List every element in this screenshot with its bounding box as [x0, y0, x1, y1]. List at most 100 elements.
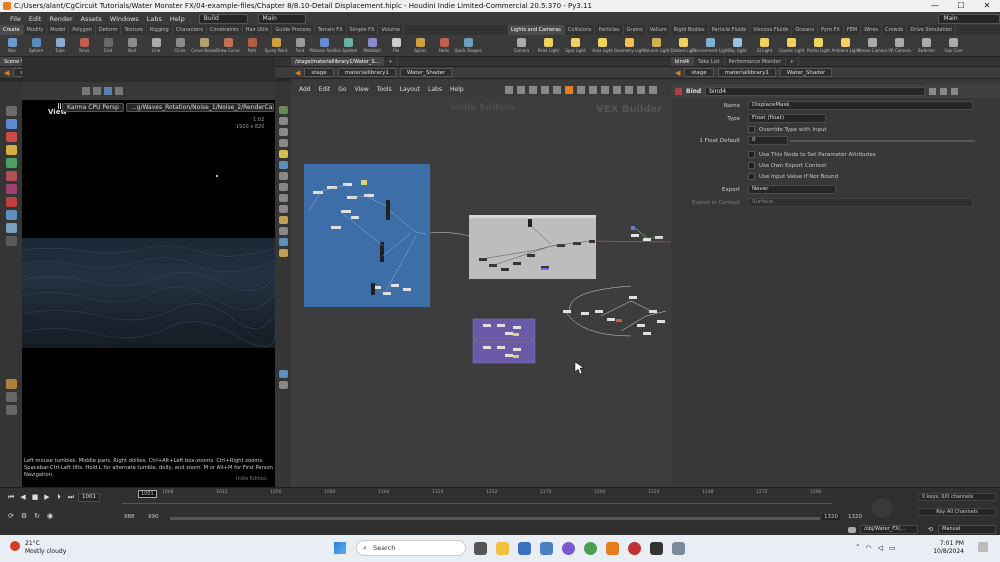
move-tool-icon[interactable] [5, 119, 17, 129]
menu-windows[interactable]: Windows [106, 15, 143, 23]
type-select[interactable]: Float (float) [748, 114, 826, 123]
shelf-tab-polygon[interactable]: Polygon [69, 25, 96, 35]
tool-font[interactable]: Font [288, 35, 312, 56]
name-field[interactable]: DisplaceMask [748, 101, 973, 110]
tool-tube[interactable]: Tube [48, 35, 72, 56]
current-frame-field[interactable]: 1001 [78, 493, 100, 502]
tool-gas-cam[interactable]: Gas Cam [940, 35, 967, 56]
network-view-icon-3[interactable] [541, 86, 549, 94]
network-view-icon-6[interactable] [577, 86, 585, 94]
export-select[interactable]: Never [748, 185, 836, 194]
tool-area-light[interactable]: Area Light [589, 35, 616, 56]
wifi-icon[interactable]: ◠ [866, 544, 872, 552]
step-forward-icon[interactable]: ⏵ [54, 493, 64, 502]
tool-geometry-light[interactable]: Geometry Light [614, 35, 645, 56]
input-value-checkbox[interactable] [748, 173, 755, 180]
viewport-icon-3[interactable] [104, 87, 112, 95]
tool-file[interactable]: File [384, 35, 408, 56]
shelf-tab-crowds[interactable]: Crowds [882, 25, 908, 35]
tool-stereo-camera[interactable]: Stereo Camera [858, 35, 888, 56]
display-icon-2[interactable] [278, 117, 288, 125]
step-back-icon[interactable]: ◀ [18, 493, 28, 502]
tool-portal-light[interactable]: Portal Light [805, 35, 832, 56]
camera-tool-icon[interactable] [5, 223, 17, 233]
tool-spiral[interactable]: Spiral [408, 35, 432, 56]
float-default-slider[interactable] [790, 139, 975, 142]
float-default-field[interactable]: 0 [748, 136, 788, 145]
display-icon-16[interactable] [278, 381, 288, 389]
timeline-ruler[interactable]: 1001 1008 1032 1056 1080 1104 1128 1152 1176 120… [122, 490, 832, 504]
handle-tool-icon[interactable] [5, 158, 17, 168]
path-materiallibrary[interactable]: materiallibrary1 [717, 68, 776, 77]
tool-helix[interactable]: Helix [432, 35, 456, 56]
pose-tool-icon[interactable] [5, 171, 17, 181]
network-view-icon-2[interactable] [529, 86, 537, 94]
add-tab-button[interactable]: + [786, 57, 799, 66]
maximize-button[interactable]: ☐ [948, 0, 974, 12]
own-export-checkbox[interactable] [748, 162, 755, 169]
use-node-checkbox[interactable] [748, 151, 755, 158]
shelf-tab-particles[interactable]: Particles [595, 25, 624, 35]
tool-box[interactable]: Box [0, 35, 24, 56]
key-all-button[interactable]: Key All Channels [918, 508, 996, 516]
range-end-a[interactable]: 1320 [822, 514, 840, 520]
net-menu-edit[interactable]: Edit [319, 86, 331, 93]
tab-take-list[interactable]: Take List [694, 57, 725, 66]
audio-icon[interactable]: ◉ [45, 512, 55, 521]
export-context-select[interactable]: Surface [748, 198, 973, 207]
display-icon-15[interactable] [278, 370, 288, 378]
tool-camera[interactable]: Camera [508, 35, 535, 56]
path-stage[interactable]: stage [304, 68, 334, 77]
network-view-icon-12[interactable] [649, 86, 657, 94]
path-water-shader[interactable]: Water_Shader [399, 68, 453, 77]
windows-start-icon[interactable] [334, 542, 346, 554]
main-select[interactable]: Main [257, 13, 307, 24]
view-tool-icon[interactable] [5, 210, 17, 220]
display-icon-5[interactable] [278, 150, 288, 158]
display-icon-11[interactable] [278, 216, 288, 224]
key-icon[interactable] [872, 498, 892, 518]
network-box-gray[interactable] [469, 215, 596, 279]
shelf-tab-particle-fluids[interactable]: Particle Fluids [709, 25, 751, 35]
stop-icon[interactable]: ■ [30, 493, 40, 502]
tool-torus[interactable]: Torus [72, 35, 96, 56]
display-icon-4[interactable] [278, 139, 288, 147]
desktop-select[interactable]: Build [198, 13, 248, 24]
display-icon-7[interactable] [278, 172, 288, 180]
brush-tool-icon[interactable] [5, 184, 17, 194]
tool-quick-shapes[interactable]: Quick Shapes [454, 35, 482, 56]
display-icon-10[interactable] [278, 205, 288, 213]
tool-caustic-light[interactable]: Caustic Light [778, 35, 805, 56]
shelf-tab-rigid-bodies[interactable]: Rigid Bodies [671, 25, 709, 35]
shelf-tab-lights-and-cameras[interactable]: Lights and Cameras [508, 25, 565, 35]
pause-icon[interactable] [58, 103, 61, 109]
shelf-tab-hair-utils[interactable]: Hair Utils [243, 25, 273, 35]
net-menu-labs[interactable]: Labs [428, 86, 442, 93]
display-icon-9[interactable] [278, 194, 288, 202]
light-tool-icon[interactable] [5, 236, 17, 246]
network-box-blue[interactable] [304, 164, 430, 307]
range-start-b[interactable]: 990 [148, 514, 159, 520]
menu-edit[interactable]: Edit [25, 15, 46, 23]
network-box-purple-1[interactable] [472, 318, 536, 341]
shelf-tab-constraints[interactable]: Constraints [207, 25, 243, 35]
net-menu-tools[interactable]: Tools [377, 86, 392, 93]
lock-icon[interactable] [951, 87, 959, 95]
tool-curve-bezier[interactable]: Curve Bezier [191, 35, 217, 56]
tool-platonic-solids[interactable]: Platonic Solids [310, 35, 338, 56]
tool-volume-light[interactable]: Volume Light [643, 35, 670, 56]
display-icon-12[interactable] [278, 227, 288, 235]
shelf-tab-vellum[interactable]: Vellum [647, 25, 671, 35]
range-start-a[interactable]: 988 [124, 514, 135, 520]
loop-icon[interactable]: ↻ [32, 512, 42, 521]
rotate-tool-icon[interactable] [5, 132, 17, 142]
display-icon-3[interactable] [278, 128, 288, 136]
network-view-icon-8[interactable] [601, 86, 609, 94]
display-icon-1[interactable] [278, 106, 288, 114]
store-icon[interactable] [540, 542, 553, 555]
close-button[interactable]: ✕ [974, 0, 1000, 12]
realtime-icon[interactable]: ⟳ [6, 512, 16, 521]
shelf-tab-characters[interactable]: Characters [173, 25, 208, 35]
node-name-field[interactable]: bind4 [705, 86, 926, 96]
network-view-icon-11[interactable] [637, 86, 645, 94]
